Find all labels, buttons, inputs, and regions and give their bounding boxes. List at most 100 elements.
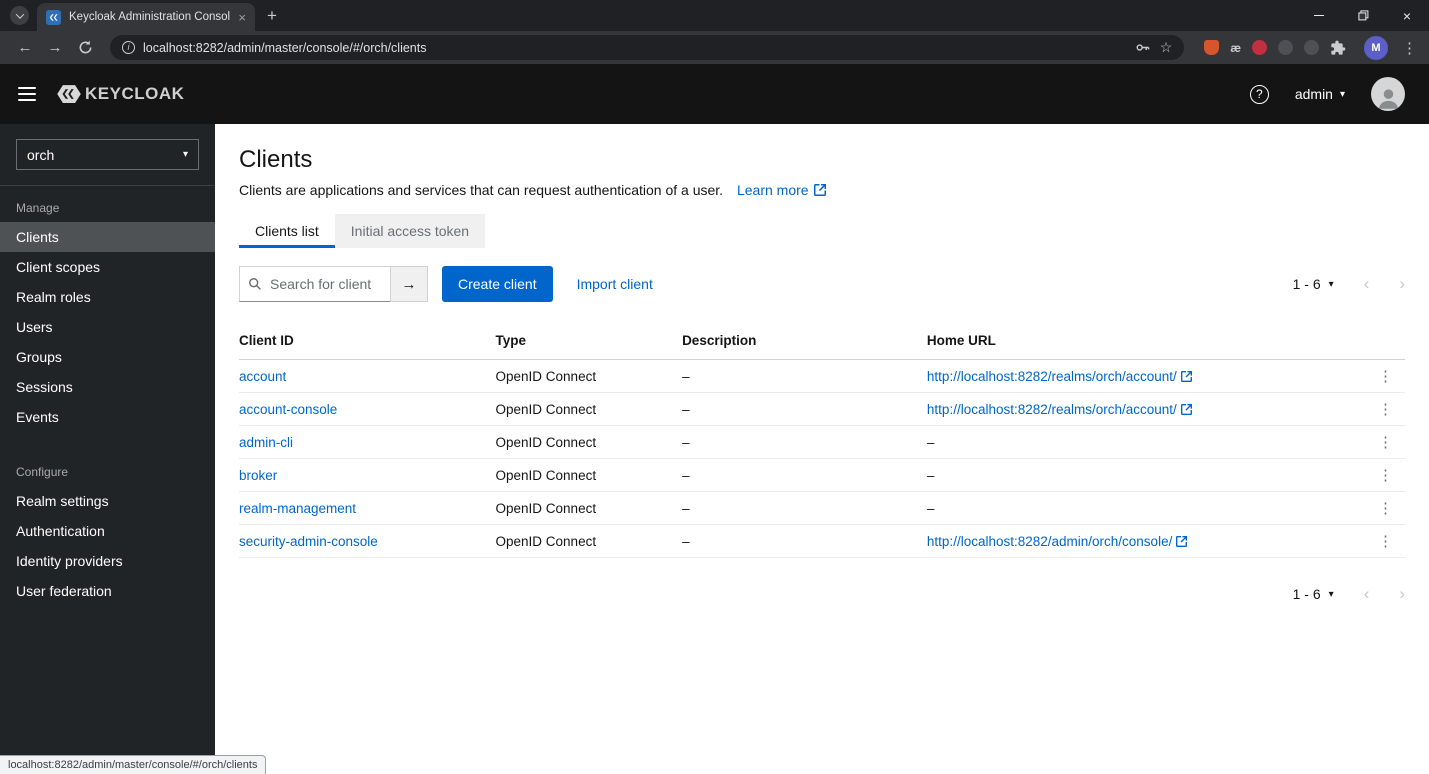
window-controls: × <box>1297 0 1429 31</box>
hamburger-menu-icon[interactable] <box>18 87 36 101</box>
tab-close-icon[interactable]: × <box>238 10 246 25</box>
client-id-link[interactable]: account-console <box>239 402 337 417</box>
password-key-icon[interactable] <box>1135 40 1150 55</box>
tab-initial-access-token[interactable]: Initial access token <box>334 214 486 248</box>
browser-tab[interactable]: Keycloak Administration Console × <box>37 3 255 31</box>
sidebar-item-clients[interactable]: Clients <box>0 222 215 252</box>
status-bar: localhost:8282/admin/master/console/#/or… <box>0 755 267 774</box>
avatar[interactable] <box>1371 77 1405 111</box>
pagination-prev-icon[interactable]: ‹ <box>1364 584 1370 604</box>
home-url-link[interactable]: http://localhost:8282/realms/orch/accoun… <box>927 369 1192 384</box>
browser-menu-icon[interactable]: ⋮ <box>1402 39 1417 57</box>
help-icon[interactable]: ? <box>1249 84 1269 104</box>
url-text: localhost:8282/admin/master/console/#/or… <box>143 40 427 55</box>
new-tab-button[interactable]: + <box>267 6 277 26</box>
pagination-prev-icon[interactable]: ‹ <box>1364 274 1370 294</box>
kebab-menu-icon[interactable]: ⋮ <box>1374 467 1397 484</box>
client-description-cell: – <box>682 491 927 525</box>
column-header-client-id: Client ID <box>239 322 496 360</box>
kebab-menu-icon[interactable]: ⋮ <box>1374 533 1397 550</box>
minimize-button[interactable] <box>1297 0 1341 31</box>
pagination-next-icon[interactable]: › <box>1399 274 1405 294</box>
kebab-menu-icon[interactable]: ⋮ <box>1374 368 1397 385</box>
table-header-row: Client ID Type Description Home URL <box>239 322 1405 360</box>
client-id-link[interactable]: realm-management <box>239 501 356 516</box>
kebab-menu-icon[interactable]: ⋮ <box>1374 500 1397 517</box>
extension-icon[interactable] <box>1278 40 1293 55</box>
sidebar-item-identity-providers[interactable]: Identity providers <box>0 546 215 576</box>
client-id-cell: account-console <box>239 392 496 426</box>
extension-icon[interactable]: æ <box>1230 41 1241 55</box>
home-url-link[interactable]: http://localhost:8282/realms/orch/accoun… <box>927 402 1192 417</box>
extensions-puzzle-icon[interactable] <box>1330 40 1346 56</box>
client-id-link[interactable]: account <box>239 369 286 384</box>
client-id-link[interactable]: admin-cli <box>239 435 293 450</box>
column-header-description: Description <box>682 322 927 360</box>
browser-profile-avatar[interactable]: M <box>1364 35 1388 60</box>
chevron-down-icon: ▾ <box>1328 588 1334 600</box>
client-id-link[interactable]: broker <box>239 468 277 483</box>
address-bar[interactable]: i localhost:8282/admin/master/console/#/… <box>110 35 1185 60</box>
actions-cell: ⋮ <box>1346 524 1405 558</box>
sidebar-item-sessions[interactable]: Sessions <box>0 372 215 402</box>
column-header-home-url: Home URL <box>926 322 1347 360</box>
site-info-icon[interactable]: i <box>122 41 135 54</box>
home-url-cell: http://localhost:8282/realms/orch/accoun… <box>926 359 1347 393</box>
pagination-range[interactable]: 1 - 6 ▾ <box>1293 276 1334 292</box>
sidebar-item-user-federation[interactable]: User federation <box>0 576 215 606</box>
forward-button[interactable]: → <box>42 39 68 56</box>
keycloak-logo[interactable]: KEYCLOAK <box>56 81 184 107</box>
client-description-cell: – <box>682 392 927 426</box>
import-client-link[interactable]: Import client <box>577 276 653 292</box>
home-url-cell: http://localhost:8282/realms/orch/accoun… <box>926 392 1347 426</box>
create-client-button[interactable]: Create client <box>442 266 553 302</box>
sidebar: orch ▾ Manage Clients Client scopes Realm r… <box>0 124 215 774</box>
client-id-link[interactable]: security-admin-console <box>239 534 378 549</box>
actions-cell: ⋮ <box>1346 425 1405 459</box>
client-type-cell: OpenID Connect <box>495 392 683 426</box>
clients-table: Client ID Type Description Home URL acco… <box>239 322 1405 558</box>
actions-cell: ⋮ <box>1346 458 1405 492</box>
tab-title: Keycloak Administration Console <box>69 11 231 23</box>
sidebar-item-groups[interactable]: Groups <box>0 342 215 372</box>
search-arrow-button[interactable]: → <box>390 266 428 302</box>
extension-icon[interactable] <box>1304 40 1319 55</box>
chevron-down-icon: ▾ <box>1339 88 1345 100</box>
home-url-cell: – <box>926 491 1347 525</box>
chevron-down-icon: ▾ <box>1328 278 1334 290</box>
client-type-cell: OpenID Connect <box>495 458 683 492</box>
sidebar-item-users[interactable]: Users <box>0 312 215 342</box>
sidebar-item-realm-roles[interactable]: Realm roles <box>0 282 215 312</box>
back-button[interactable]: ← <box>12 39 38 56</box>
tab-search-button[interactable] <box>10 6 29 25</box>
pagination-next-icon[interactable]: › <box>1399 584 1405 604</box>
client-description-cell: – <box>682 359 927 393</box>
sidebar-item-client-scopes[interactable]: Client scopes <box>0 252 215 282</box>
clients-table-body: account OpenID Connect – http://localhost:8… <box>239 359 1405 558</box>
realm-selector[interactable]: orch ▾ <box>16 139 199 170</box>
home-url-link[interactable]: http://localhost:8282/admin/orch/console… <box>927 534 1188 549</box>
brand-text: KEYCLOAK <box>85 84 185 103</box>
realm-name: orch <box>27 146 55 163</box>
client-type-cell: OpenID Connect <box>495 425 683 459</box>
table-row: security-admin-console OpenID Connect – htt… <box>239 524 1405 558</box>
bookmark-star-icon[interactable]: ☆ <box>1160 39 1173 56</box>
restore-button[interactable] <box>1341 0 1385 31</box>
extension-icon[interactable] <box>1204 40 1220 55</box>
pagination-top: 1 - 6 ▾ ‹ › <box>1293 274 1405 294</box>
client-type-cell: OpenID Connect <box>495 524 683 558</box>
client-id-cell: account <box>239 359 496 393</box>
tab-clients-list[interactable]: Clients list <box>239 214 335 248</box>
extension-icon[interactable] <box>1252 40 1267 55</box>
user-menu[interactable]: admin ▾ <box>1295 86 1345 102</box>
kebab-menu-icon[interactable]: ⋮ <box>1374 401 1397 418</box>
home-url-empty: – <box>926 467 935 483</box>
learn-more-link[interactable]: Learn more <box>737 182 826 198</box>
sidebar-item-authentication[interactable]: Authentication <box>0 516 215 546</box>
reload-button[interactable] <box>72 40 98 55</box>
kebab-menu-icon[interactable]: ⋮ <box>1374 434 1397 451</box>
sidebar-item-events[interactable]: Events <box>0 402 215 432</box>
sidebar-item-realm-settings[interactable]: Realm settings <box>0 486 215 516</box>
close-button[interactable]: × <box>1385 0 1429 31</box>
pagination-range[interactable]: 1 - 6 ▾ <box>1293 586 1334 602</box>
